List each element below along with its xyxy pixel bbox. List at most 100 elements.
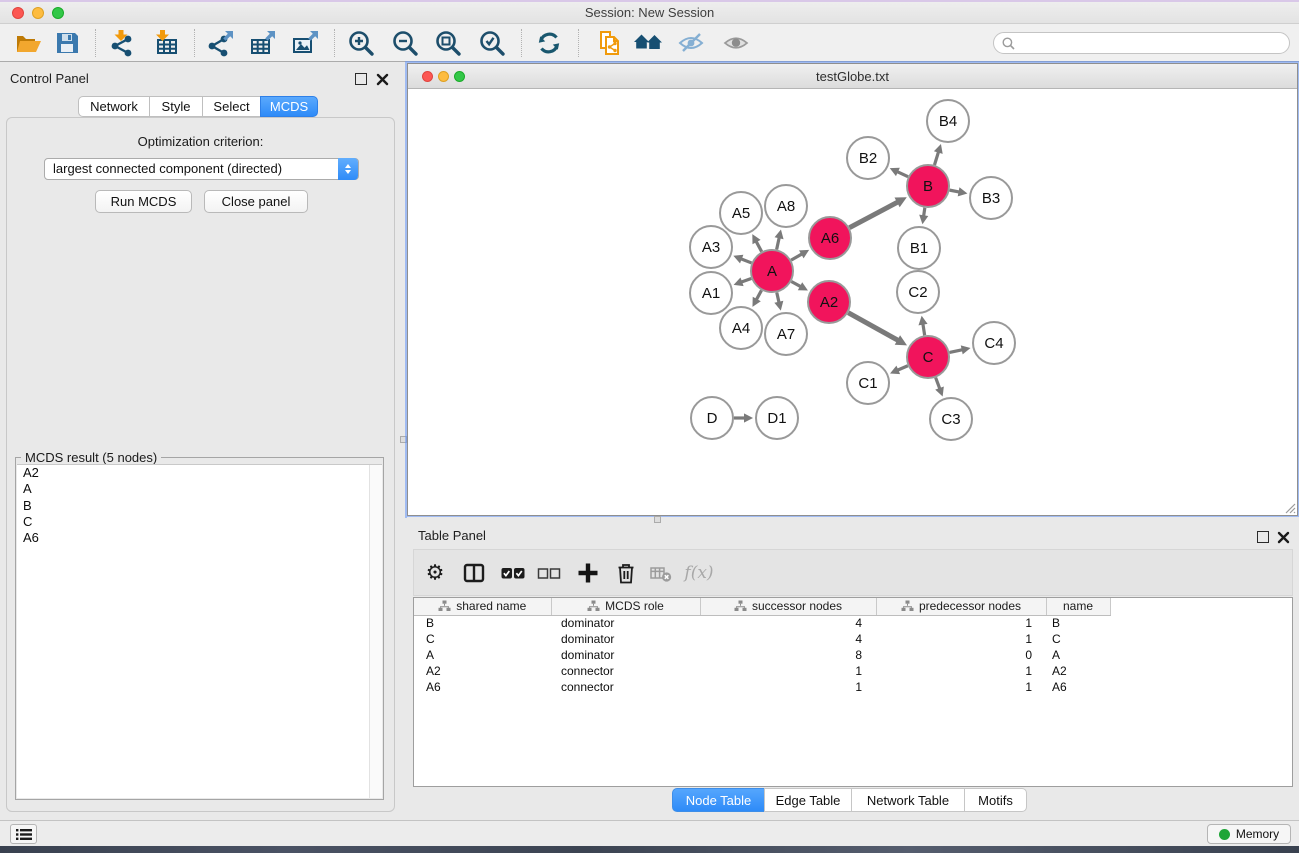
criterion-dropdown[interactable]: largest connected component (directed) <box>44 158 359 180</box>
function-builder-icon[interactable]: f(x) <box>684 563 713 583</box>
graph-node-B1[interactable]: B1 <box>898 227 940 269</box>
graph-node-C[interactable]: C <box>907 336 949 378</box>
table-cell[interactable]: 1 <box>876 679 1046 695</box>
clear-checkboxes-icon[interactable] <box>537 561 562 585</box>
graph-edge-A-A2[interactable] <box>791 282 801 287</box>
zoom-fit-icon[interactable] <box>433 28 463 58</box>
column-header-MCDS-role[interactable]: MCDS role <box>551 598 700 615</box>
table-cell[interactable]: C <box>414 631 551 647</box>
graph-node-A2[interactable]: A2 <box>808 281 850 323</box>
minimize-window-button[interactable] <box>32 7 44 19</box>
tab-motifs[interactable]: Motifs <box>964 788 1027 812</box>
tab-style[interactable]: Style <box>149 96 203 117</box>
column-header-shared-name[interactable]: shared name <box>414 598 551 615</box>
mcds-result-list[interactable]: A2ABCA6 <box>17 464 382 798</box>
graph-node-A3[interactable]: A3 <box>690 226 732 268</box>
graph-node-A4[interactable]: A4 <box>720 307 762 349</box>
export-table-icon[interactable] <box>247 28 277 58</box>
graph-node-B3[interactable]: B3 <box>970 177 1012 219</box>
table-cell[interactable]: 1 <box>876 663 1046 679</box>
graph-edge-C-C2[interactable] <box>923 324 925 336</box>
open-file-icon[interactable] <box>13 28 43 58</box>
splitter-handle[interactable] <box>400 436 407 443</box>
table-cell[interactable]: dominator <box>551 615 700 631</box>
home-layout-icon[interactable] <box>633 28 663 58</box>
tab-network-table[interactable]: Network Table <box>851 788 965 812</box>
delete-column-icon[interactable] <box>614 561 638 585</box>
result-scrollbar[interactable] <box>369 465 382 798</box>
search-field[interactable] <box>993 32 1290 54</box>
table-row[interactable]: Cdominator41C <box>414 631 1110 647</box>
table-cell[interactable]: A6 <box>414 679 551 695</box>
column-header-predecessor-nodes[interactable]: predecessor nodes <box>876 598 1046 615</box>
table-cell[interactable]: A6 <box>1046 679 1110 695</box>
graph-node-B[interactable]: B <box>907 165 949 207</box>
hide-details-icon[interactable] <box>676 28 706 58</box>
tab-node-table[interactable]: Node Table <box>672 788 765 812</box>
graph-edge-C-C3[interactable] <box>936 378 940 389</box>
table-cell[interactable]: 1 <box>700 663 876 679</box>
zoom-selected-icon[interactable] <box>477 28 507 58</box>
graph-edge-A6-B[interactable] <box>849 202 898 228</box>
table-cell[interactable]: 4 <box>700 615 876 631</box>
network-canvas[interactable]: B4B2BB3A5A8A6B1A3AC2A1A2A4A7C4CC1C3DD1 <box>408 89 1297 515</box>
graph-node-C2[interactable]: C2 <box>897 271 939 313</box>
tab-network[interactable]: Network <box>78 96 150 117</box>
close-network-button[interactable] <box>422 71 433 82</box>
graph-node-A[interactable]: A <box>751 250 793 292</box>
table-row[interactable]: Adominator80A <box>414 647 1110 663</box>
delete-table-icon[interactable] <box>649 561 673 585</box>
table-cell[interactable]: C <box>1046 631 1110 647</box>
save-session-icon[interactable] <box>52 28 82 58</box>
graph-node-D1[interactable]: D1 <box>756 397 798 439</box>
graph-node-A8[interactable]: A8 <box>765 185 807 227</box>
table-cell[interactable]: dominator <box>551 647 700 663</box>
column-header-name[interactable]: name <box>1046 598 1110 615</box>
result-list-item[interactable]: A <box>17 481 382 497</box>
graph-edge-B-B2[interactable] <box>897 172 908 177</box>
zoom-network-button[interactable] <box>454 71 465 82</box>
select-all-checkboxes-icon[interactable] <box>501 561 526 585</box>
table-cell[interactable]: 4 <box>700 631 876 647</box>
memory-button[interactable]: Memory <box>1207 824 1291 844</box>
duplicate-network-icon[interactable] <box>595 28 625 58</box>
graph-node-C3[interactable]: C3 <box>930 398 972 440</box>
graph-node-A1[interactable]: A1 <box>690 272 732 314</box>
graph-node-C4[interactable]: C4 <box>973 322 1015 364</box>
run-mcds-button[interactable]: Run MCDS <box>95 190 192 213</box>
table-cell[interactable]: B <box>1046 615 1110 631</box>
graph-edge-A2-C[interactable] <box>848 313 898 341</box>
show-details-icon[interactable] <box>721 28 751 58</box>
table-cell[interactable]: connector <box>551 663 700 679</box>
minimize-network-button[interactable] <box>438 71 449 82</box>
table-cell[interactable]: B <box>414 615 551 631</box>
graph-edge-A-A5[interactable] <box>756 241 762 251</box>
float-panel-icon[interactable] <box>355 73 367 85</box>
export-image-icon[interactable] <box>290 28 320 58</box>
table-row[interactable]: A2connector11A2 <box>414 663 1110 679</box>
close-panel-icon[interactable] <box>1277 531 1290 544</box>
table-cell[interactable]: 0 <box>876 647 1046 663</box>
table-cell[interactable]: 1 <box>700 679 876 695</box>
zoom-out-icon[interactable] <box>390 28 420 58</box>
show-panels-button[interactable] <box>10 824 37 844</box>
graph-node-C1[interactable]: C1 <box>847 362 889 404</box>
table-row[interactable]: A6connector11A6 <box>414 679 1110 695</box>
gear-icon[interactable]: ⚙ <box>426 563 445 584</box>
result-list-item[interactable]: A2 <box>17 465 382 481</box>
graph-node-A5[interactable]: A5 <box>720 192 762 234</box>
table-cell[interactable]: 8 <box>700 647 876 663</box>
graph-edge-A-A3[interactable] <box>741 259 752 263</box>
network-graph[interactable]: B4B2BB3A5A8A6B1A3AC2A1A2A4A7C4CC1C3DD1 <box>408 89 1297 515</box>
close-window-button[interactable] <box>12 7 24 19</box>
result-list-item[interactable]: B <box>17 498 382 514</box>
graph-node-B2[interactable]: B2 <box>847 137 889 179</box>
graph-edge-B-B1[interactable] <box>924 208 925 217</box>
graph-node-B4[interactable]: B4 <box>927 100 969 142</box>
zoom-window-button[interactable] <box>52 7 64 19</box>
table-cell[interactable]: connector <box>551 679 700 695</box>
table-cell[interactable]: A <box>1046 647 1110 663</box>
tab-select[interactable]: Select <box>202 96 261 117</box>
resize-grip[interactable] <box>1283 501 1296 514</box>
split-columns-icon[interactable] <box>462 561 486 585</box>
